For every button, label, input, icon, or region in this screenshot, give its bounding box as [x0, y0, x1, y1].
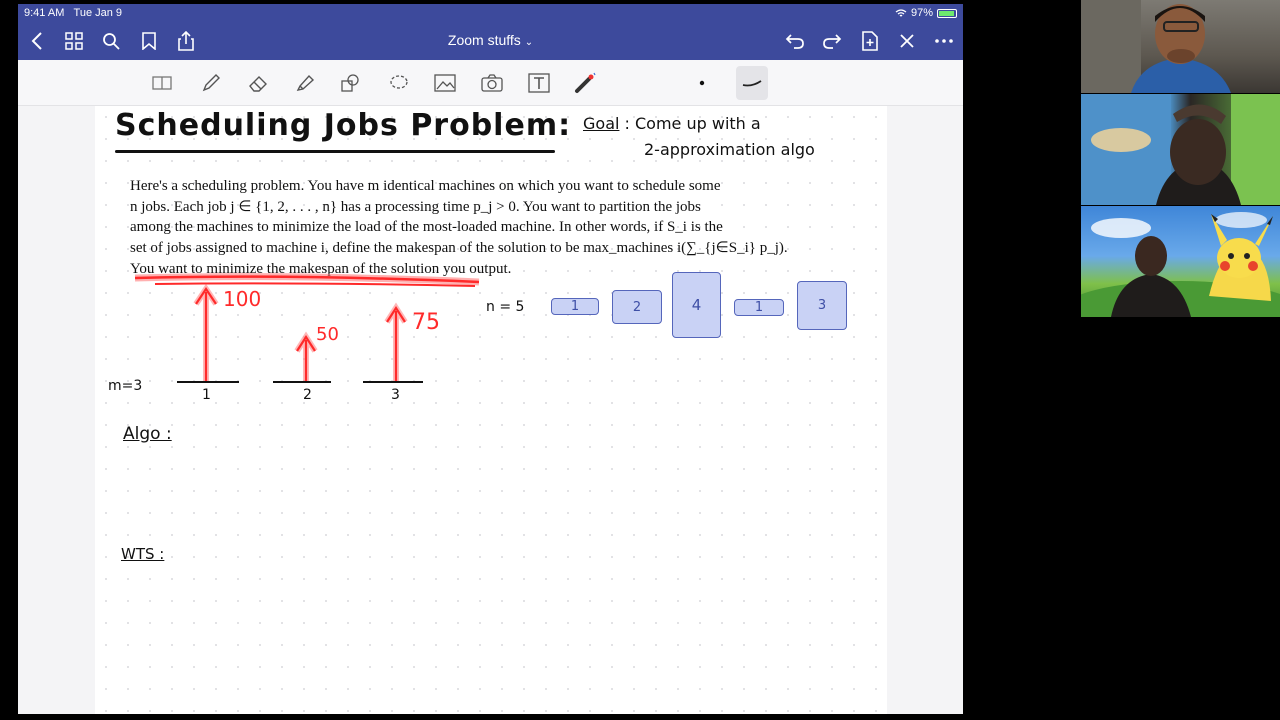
wts-label: WTS : — [121, 545, 165, 563]
add-page-icon[interactable] — [857, 28, 883, 54]
job-box[interactable]: 2 — [612, 290, 662, 324]
load-arrow-3 — [384, 302, 408, 382]
nav-bar: Zoom stuffs ⌄ — [18, 22, 963, 60]
load-arrow-1 — [193, 283, 219, 382]
m-label: m=3 — [108, 378, 143, 394]
image-icon[interactable] — [431, 69, 459, 97]
screen: 9:41 AM Tue Jan 9 97% Zoom stuffs ⌄ Sche… — [0, 0, 1280, 720]
status-bar: 9:41 AM Tue Jan 9 97% — [18, 4, 963, 22]
machine-1-baseline — [177, 381, 239, 383]
participant-video-3[interactable] — [1081, 206, 1280, 317]
load-arrow-2 — [294, 331, 318, 382]
redo-icon[interactable] — [819, 28, 845, 54]
close-icon[interactable] — [894, 28, 920, 54]
participant-3-silhouette — [1081, 212, 1280, 317]
n-label: n = 5 — [486, 299, 525, 315]
note-page[interactable]: Scheduling Jobs Problem: Goal : Come up … — [95, 106, 887, 714]
eraser-icon[interactable] — [244, 69, 272, 97]
chevron-down-icon: ⌄ — [524, 37, 534, 48]
machine-3-baseline — [363, 381, 423, 383]
pen-size-dot-icon[interactable] — [688, 69, 716, 97]
load-label-3: 75 — [412, 310, 440, 335]
load-label-2: 50 — [316, 324, 339, 345]
pen-icon[interactable] — [197, 69, 225, 97]
status-time: 9:41 AM Tue Jan 9 — [24, 7, 123, 19]
red-annotation-layer: 100 50 75 — [134, 273, 480, 382]
job-box[interactable]: 1 — [734, 299, 784, 316]
more-icon[interactable] — [931, 28, 957, 54]
battery-percent: 97% — [910, 7, 933, 19]
status-right: 97% — [895, 7, 957, 19]
machine-3-label: 3 — [391, 387, 400, 403]
shapes-icon[interactable] — [337, 69, 365, 97]
ipad-screen: 9:41 AM Tue Jan 9 97% Zoom stuffs ⌄ Sche… — [18, 4, 963, 714]
algo-label: Algo : — [123, 424, 172, 444]
tool-bar — [18, 60, 963, 106]
job-box[interactable]: 4 — [672, 272, 721, 338]
load-label-1: 100 — [223, 287, 261, 311]
highlighter-icon[interactable] — [291, 69, 319, 97]
participant-2-silhouette — [1081, 94, 1280, 205]
stroke-style-icon[interactable] — [736, 66, 768, 100]
job-box[interactable]: 3 — [797, 281, 847, 330]
camera-icon[interactable] — [478, 69, 506, 97]
laser-pointer-icon[interactable] — [572, 69, 600, 97]
participant-video-2[interactable] — [1081, 94, 1280, 205]
read-mode-icon[interactable] — [148, 69, 176, 97]
battery-icon — [937, 8, 957, 18]
job-box[interactable]: 1 — [551, 298, 599, 315]
wifi-icon — [895, 8, 907, 16]
participant-video-1[interactable] — [1081, 0, 1280, 93]
machine-1-label: 1 — [202, 387, 211, 403]
lasso-icon[interactable] — [385, 69, 413, 97]
participant-1-silhouette — [1081, 0, 1231, 93]
machine-2-baseline — [273, 381, 331, 383]
undo-icon[interactable] — [782, 28, 808, 54]
machine-2-label: 2 — [303, 387, 312, 403]
text-box-icon[interactable] — [525, 69, 553, 97]
red-glow-underline — [134, 273, 480, 287]
